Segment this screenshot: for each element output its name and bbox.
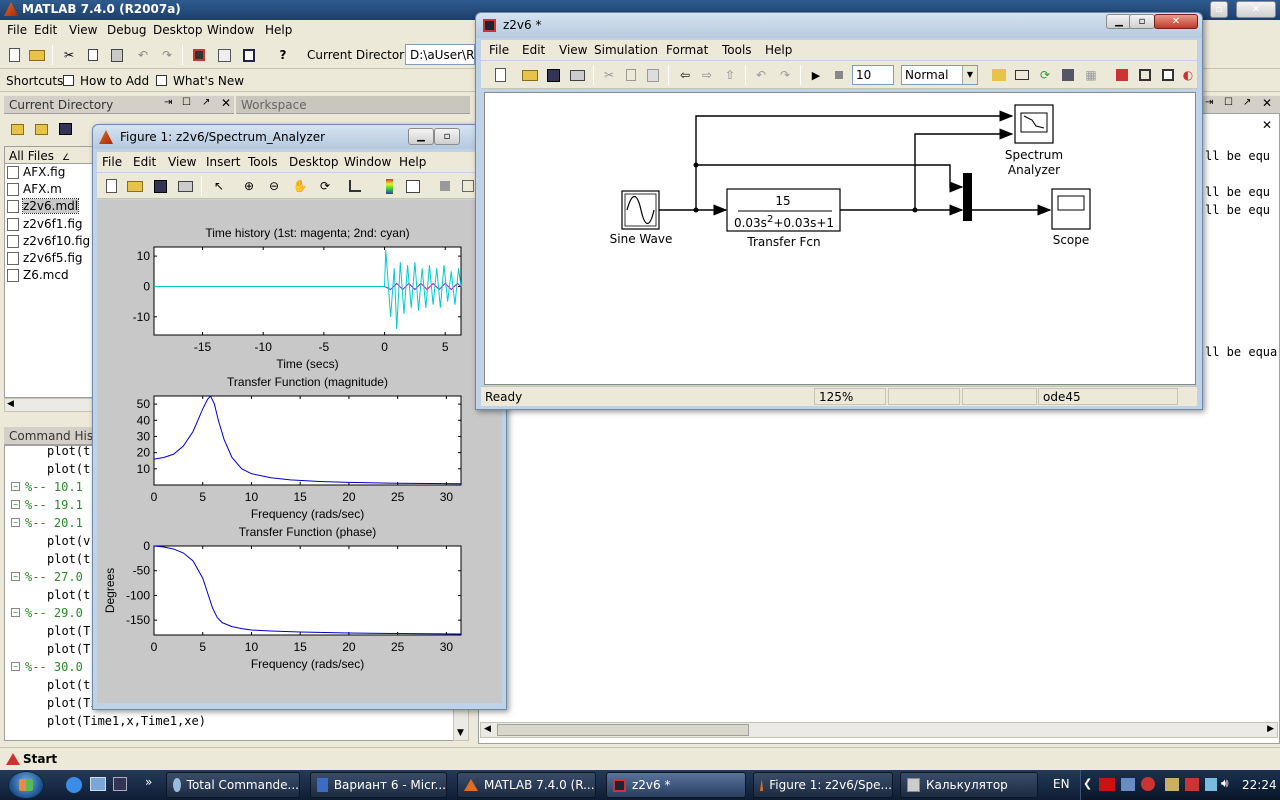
scope-block[interactable] (1051, 188, 1091, 230)
figure-task-icon (760, 779, 764, 791)
tray-ati-icon[interactable] (1099, 778, 1115, 791)
scope-label: Scope (1052, 233, 1090, 247)
sine-wave-block[interactable] (621, 190, 660, 230)
quicklaunch-desktop-icon[interactable] (90, 777, 106, 791)
task-figure[interactable]: Figure 1: z2v6/Spe... (753, 772, 893, 798)
matlab-task-icon (464, 779, 478, 791)
tray-usb-icon[interactable] (1165, 778, 1179, 791)
mux-block[interactable] (963, 173, 972, 221)
total-commander-icon (173, 778, 181, 792)
quicklaunch-save-icon[interactable] (113, 777, 127, 791)
language-indicator[interactable]: EN (1053, 777, 1070, 791)
tray-arrow-icon[interactable]: ❮ (1083, 777, 1092, 790)
sine-wave-label: Sine Wave (609, 232, 673, 246)
tray-network-icon[interactable] (1121, 778, 1135, 791)
tray-antivirus-icon[interactable] (1185, 778, 1199, 791)
tray-clock[interactable]: 22:24 (1242, 778, 1277, 792)
tray-power-icon[interactable] (1205, 778, 1217, 791)
transfer-fcn-den-part2: +0.03s+1 (773, 216, 835, 230)
calculator-icon (907, 778, 920, 792)
quicklaunch-more-icon[interactable]: » (145, 775, 152, 789)
task-total-commander[interactable]: Total Commande... (166, 772, 300, 798)
task-matlab[interactable]: MATLAB 7.4.0 (R... (457, 772, 596, 798)
tray-volume-icon[interactable]: 🔊︎ (1221, 776, 1229, 791)
spectrum-analyzer-label-line1: Spectrum (1004, 148, 1064, 162)
transfer-fcn-denominator: 0.03s2+0.03s+1 (728, 214, 840, 230)
simulink-diagram (621, 104, 1091, 232)
word-icon (317, 778, 328, 792)
simulink-task-icon (613, 778, 626, 792)
tray: ❮ 🔊︎ 22:24 (1080, 770, 1280, 800)
task-simulink[interactable]: z2v6 * (606, 772, 746, 798)
windows-logo-icon (19, 779, 33, 791)
quicklaunch-ie-icon[interactable] (66, 777, 82, 793)
transfer-fcn-numerator: 15 (775, 194, 791, 208)
tray-security-icon[interactable] (1141, 777, 1155, 791)
task-calculator[interactable]: Калькулятор (900, 772, 1038, 798)
spectrum-analyzer-block[interactable] (1014, 104, 1054, 144)
spectrum-analyzer-label-line2: Analyzer (1007, 163, 1061, 177)
transfer-fcn-den-part1: 0.03s (733, 216, 767, 230)
task-word[interactable]: Вариант 6 - Micr... (310, 772, 447, 798)
transfer-fcn-label: Transfer Fcn (747, 235, 821, 249)
